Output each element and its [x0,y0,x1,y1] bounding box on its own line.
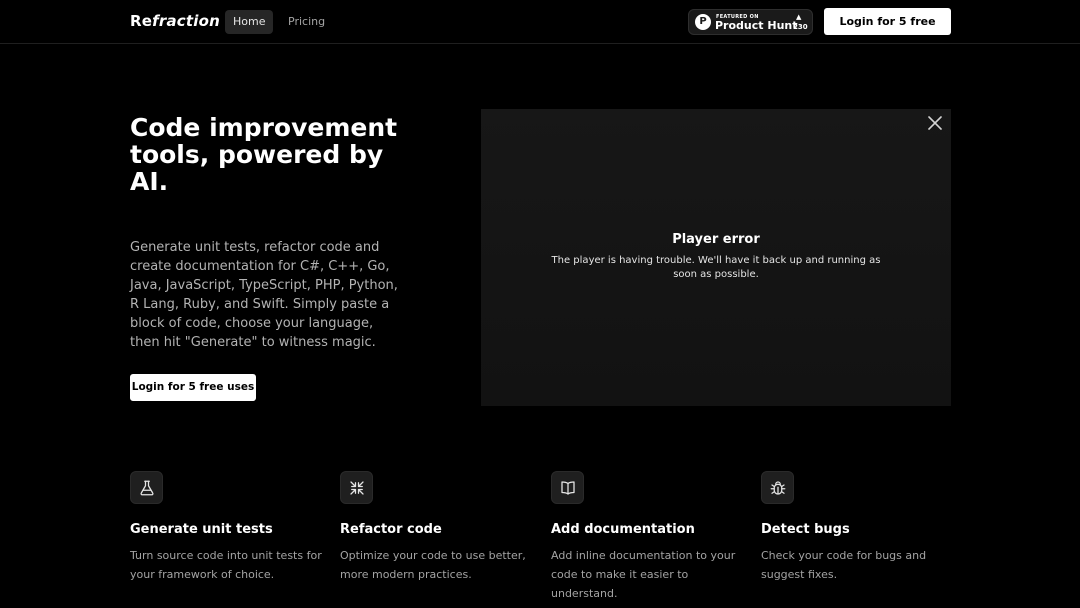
feature-title: Detect bugs [761,522,850,537]
product-hunt-badge[interactable]: P FEATURED ON Product Hunt ▲ 230 [688,9,813,35]
feature-title: Refactor code [340,522,442,537]
feature-title: Generate unit tests [130,522,273,537]
feature-refactor: Refactor code Optimize your code to use … [340,471,540,581]
feature-documentation: Add documentation Add inline documentati… [551,471,751,600]
logo-text-1: Re [130,12,153,30]
top-navbar: Refraction Home Pricing P FEATURED ON Pr… [0,0,1080,55]
hero-login-button[interactable]: Login for 5 free uses [130,374,256,401]
product-hunt-name: Product Hunt [715,19,798,32]
logo[interactable]: Refraction [130,12,220,30]
feature-description: Check your code for bugs and suggest fix… [761,549,927,581]
nav-pricing-link[interactable]: Pricing [280,10,333,34]
player-error-title: Player error [672,232,760,247]
hero-description: Generate unit tests, refactor code and c… [130,240,398,350]
feature-description: Add inline documentation to your code to… [551,549,736,600]
header-login-button[interactable]: Login for 5 free uses [824,8,951,55]
product-hunt-icon: P [695,14,711,30]
bug-icon [761,471,794,504]
player-error-message: The player is having trouble. We'll have… [551,255,881,280]
hero-title: Code improvement tools, powered by AI. [130,113,398,196]
close-icon[interactable] [927,115,943,131]
video-player[interactable]: Player error The player is having troubl… [481,109,951,406]
upvote-count: 230 [793,23,808,31]
book-icon [551,471,584,504]
feature-description: Optimize your code to use better, more m… [340,549,526,581]
feature-detect-bugs: Detect bugs Check your code for bugs and… [761,471,961,581]
feature-title: Add documentation [551,522,695,537]
feature-description: Turn source code into unit tests for you… [130,549,322,581]
upvote-arrow-icon: ▲ [796,13,802,21]
flask-icon [130,471,163,504]
logo-text-2: fraction [152,12,220,30]
compress-arrows-icon [340,471,373,504]
feature-unit-tests: Generate unit tests Turn source code int… [130,471,330,581]
nav-home-link[interactable]: Home [225,10,274,34]
